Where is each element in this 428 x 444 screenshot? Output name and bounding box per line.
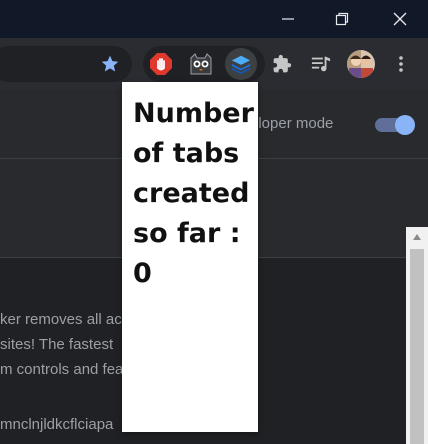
- tab-counter-extension-button[interactable]: [225, 48, 257, 80]
- page-scrollbar[interactable]: [406, 227, 428, 444]
- adblock-extension-icon: [150, 53, 172, 75]
- adblock-extension-button[interactable]: [145, 48, 177, 80]
- extension-description-line: m controls and fea: [0, 361, 124, 378]
- tab-counter-popup: Number of tabs created so far : 0: [122, 82, 258, 432]
- cat-extension-button[interactable]: [185, 48, 217, 80]
- profile-avatar-button[interactable]: [345, 48, 377, 80]
- developer-mode-label: eloper mode: [250, 115, 334, 132]
- title-bar: [0, 0, 428, 38]
- puzzle-icon: [273, 54, 292, 73]
- extension-id: mnclnjldkcflciapa: [0, 416, 114, 433]
- star-icon: [101, 55, 119, 72]
- avatar: [347, 50, 375, 78]
- minimize-icon: [282, 18, 294, 20]
- scroll-thumb[interactable]: [410, 249, 424, 444]
- extension-description-line: sites! The fastest: [0, 336, 114, 353]
- developer-mode-toggle[interactable]: [375, 115, 415, 135]
- cat-extension-icon: [190, 53, 212, 75]
- scroll-up-button[interactable]: [406, 227, 428, 247]
- media-control-button[interactable]: [305, 48, 337, 80]
- close-icon: [393, 12, 407, 26]
- minimize-button[interactable]: [260, 0, 316, 38]
- address-bar[interactable]: [0, 46, 132, 82]
- extensions-menu-button[interactable]: [266, 48, 298, 80]
- close-window-button[interactable]: [372, 0, 428, 38]
- kebab-menu-icon: [399, 56, 403, 72]
- bookmark-star-button[interactable]: [100, 54, 120, 79]
- browser-menu-button[interactable]: [385, 48, 417, 80]
- restore-button[interactable]: [314, 0, 370, 38]
- media-control-icon: [311, 56, 331, 72]
- tab-counter-extension-icon: [231, 55, 251, 75]
- tab-count-message: Number of tabs created so far : 0: [133, 98, 254, 289]
- toggle-knob: [395, 115, 415, 135]
- restore-icon: [335, 12, 349, 26]
- scroll-up-arrow-icon: [413, 234, 421, 240]
- extension-description-line: ker removes all ac: [0, 311, 122, 328]
